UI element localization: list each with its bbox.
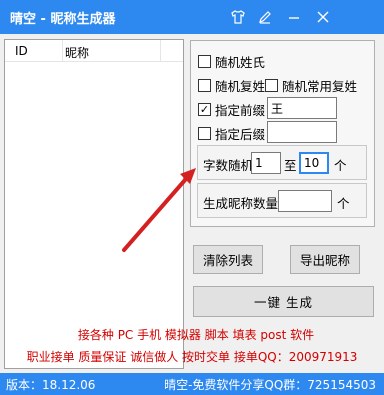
export-nickname-button[interactable]: 导出昵称 bbox=[290, 245, 360, 274]
prefix-checkbox[interactable]: ✓ bbox=[198, 103, 211, 116]
promo-line-2: 职业接单 质量保证 诚信做人 按时交单 接单QQ：200971913 bbox=[26, 350, 358, 364]
random-common-compound-label: 随机常用复姓 bbox=[282, 79, 358, 94]
generate-count-input[interactable] bbox=[278, 190, 332, 212]
random-surname-checkbox[interactable] bbox=[198, 55, 211, 68]
title-bar: 晴空 - 昵称生成器 bbox=[0, 0, 384, 34]
prefix-input[interactable] bbox=[267, 97, 337, 119]
generate-count-label: 生成昵称数量 bbox=[203, 196, 279, 211]
promo-line-1: 接各种 PC 手机 模拟器 脚本 填表 post 软件 bbox=[77, 328, 315, 342]
suffix-option[interactable]: 指定后缀 bbox=[198, 124, 265, 143]
nickname-list[interactable]: ID 昵称 bbox=[4, 39, 184, 369]
suffix-input[interactable] bbox=[267, 121, 337, 143]
options-panel: 随机姓氏 随机复姓 随机常用复姓 ✓ 指定前缀 指定后缀 字数随机 至 个 生成… bbox=[190, 40, 375, 227]
generate-button[interactable]: 一键 生成 bbox=[193, 286, 374, 317]
version-text: 版本：18.12.06 bbox=[6, 378, 96, 392]
random-common-compound-checkbox[interactable] bbox=[265, 79, 278, 92]
column-separator bbox=[62, 40, 63, 62]
word-count-box: 字数随机 至 个 bbox=[197, 145, 367, 180]
random-common-compound-option[interactable]: 随机常用复姓 bbox=[265, 76, 357, 95]
prefix-label: 指定前缀 bbox=[215, 103, 266, 118]
word-count-to-label: 至 bbox=[284, 158, 297, 173]
shirt-icon[interactable] bbox=[227, 6, 249, 28]
generate-count-unit: 个 bbox=[337, 196, 350, 211]
generate-count-box: 生成昵称数量 个 bbox=[197, 183, 367, 218]
random-compound-surname-option[interactable]: 随机复姓 bbox=[198, 76, 265, 95]
window-title: 晴空 - 昵称生成器 bbox=[10, 12, 116, 27]
random-compound-surname-label: 随机复姓 bbox=[215, 79, 266, 94]
suffix-label: 指定后缀 bbox=[215, 127, 266, 142]
random-compound-surname-checkbox[interactable] bbox=[198, 79, 211, 92]
clear-list-button[interactable]: 清除列表 bbox=[193, 245, 263, 274]
word-count-from-input[interactable] bbox=[251, 152, 281, 174]
random-surname-label: 随机姓氏 bbox=[215, 55, 266, 70]
close-icon[interactable] bbox=[312, 6, 334, 28]
suffix-checkbox[interactable] bbox=[198, 127, 211, 140]
edit-icon[interactable] bbox=[254, 6, 276, 28]
minimize-icon[interactable] bbox=[283, 6, 305, 28]
list-header: ID 昵称 bbox=[5, 40, 183, 62]
column-id[interactable]: ID bbox=[15, 44, 28, 58]
share-group-text: 晴空-免费软件分享QQ群：725154503 bbox=[164, 378, 376, 392]
status-bar: 版本：18.12.06 晴空-免费软件分享QQ群：725154503 bbox=[0, 373, 384, 395]
column-separator bbox=[160, 40, 161, 62]
word-count-to-input[interactable] bbox=[299, 152, 329, 174]
column-nickname[interactable]: 昵称 bbox=[65, 44, 89, 61]
random-surname-option[interactable]: 随机姓氏 bbox=[198, 52, 265, 71]
prefix-option[interactable]: ✓ 指定前缀 bbox=[198, 100, 265, 119]
word-count-label: 字数随机 bbox=[203, 158, 254, 173]
word-count-unit: 个 bbox=[334, 158, 347, 173]
